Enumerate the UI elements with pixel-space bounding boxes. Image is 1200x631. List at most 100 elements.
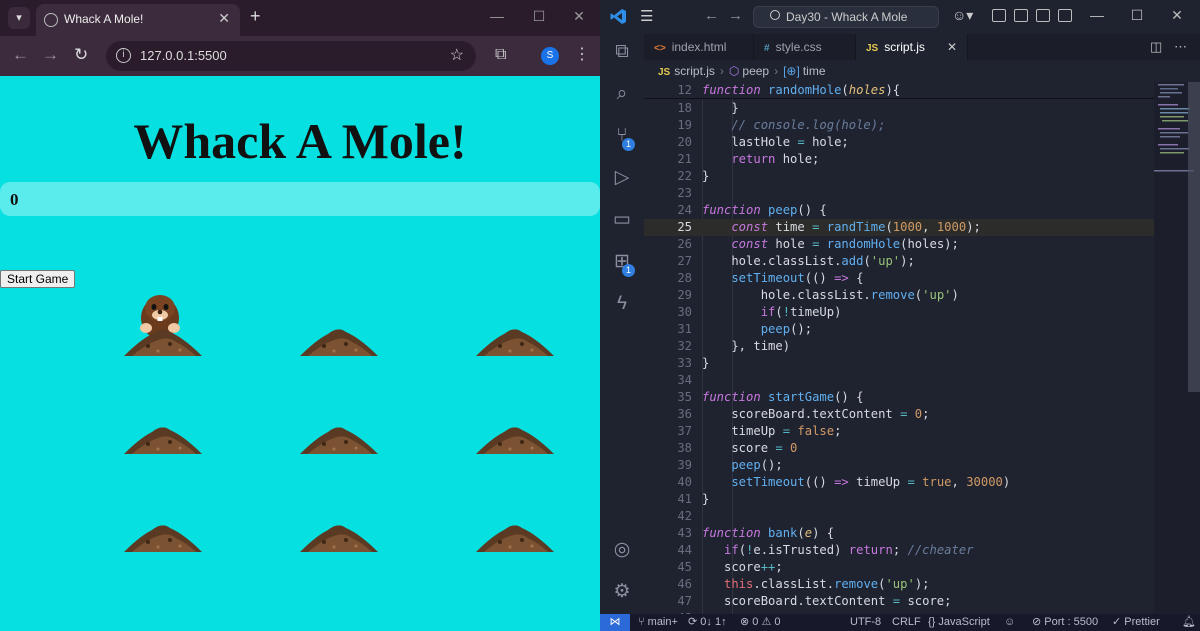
browser-menu-icon[interactable]: ⋮ bbox=[574, 44, 590, 64]
code-line[interactable]: 38 score = 0 bbox=[644, 440, 1154, 457]
more-actions-icon[interactable]: ⋯ bbox=[1174, 39, 1187, 55]
code-line[interactable]: 40 setTimeout(() => timeUp = true, 30000… bbox=[644, 474, 1154, 491]
forward-arrow-icon[interactable]: → bbox=[42, 45, 59, 65]
code-line[interactable]: 26 const hole = randomHole(holes); bbox=[644, 236, 1154, 253]
run-debug-icon[interactable]: ▷ bbox=[610, 166, 634, 190]
extensions-icon[interactable]: ⧉ bbox=[495, 46, 506, 64]
code-line[interactable]: 32 }, time) bbox=[644, 338, 1154, 355]
code-editor[interactable]: 12 function randomHole(holes){18 } 19 // c… bbox=[644, 82, 1154, 614]
code-line[interactable]: 33} bbox=[644, 355, 1154, 372]
code-line[interactable]: 22} bbox=[644, 168, 1154, 185]
code-line[interactable]: 24 function peep() { bbox=[644, 202, 1154, 219]
split-editor-icon[interactable]: ◫ bbox=[1150, 39, 1162, 55]
remote-indicator-icon[interactable]: ⋈ bbox=[600, 614, 630, 631]
encoding-status[interactable]: UTF-8 bbox=[850, 614, 881, 631]
copilot-icon[interactable]: ☺▾ bbox=[952, 7, 973, 24]
hole-4[interactable] bbox=[118, 386, 208, 456]
code-line[interactable]: 44 if(!e.isTrusted) return; //cheater bbox=[644, 542, 1154, 559]
problems-status[interactable]: ⊗ 0 ⚠ 0 bbox=[740, 614, 781, 631]
vscode-maximize-button[interactable]: ☐ bbox=[1128, 7, 1146, 24]
maximize-button[interactable]: ☐ bbox=[529, 8, 549, 25]
prettier-status[interactable]: ✓ Prettier bbox=[1112, 614, 1160, 631]
hole-7[interactable] bbox=[118, 484, 208, 554]
tab-close-button[interactable]: ✕ bbox=[218, 10, 230, 27]
lightning-icon[interactable]: ϟ bbox=[610, 292, 634, 316]
code-line[interactable]: 35 function startGame() { bbox=[644, 389, 1154, 406]
code-line[interactable]: 28 setTimeout(() => { bbox=[644, 270, 1154, 287]
vscode-close-button[interactable]: ✕ bbox=[1168, 7, 1186, 24]
code-token: randomHole bbox=[768, 83, 842, 97]
code-line[interactable]: 37 timeUp = false; bbox=[644, 423, 1154, 440]
layout-secondary-icon[interactable] bbox=[1036, 9, 1050, 22]
command-center[interactable]: Day30 - Whack A Mole bbox=[753, 6, 939, 28]
hole-3[interactable] bbox=[470, 288, 560, 358]
copilot-status-icon[interactable]: ☺ bbox=[1004, 614, 1015, 631]
breadcrumb-variable[interactable]: time bbox=[803, 64, 826, 78]
breadcrumb-function[interactable]: peep bbox=[742, 64, 769, 78]
tab-script-js[interactable]: JS script.js ✕ bbox=[856, 34, 968, 60]
code-line[interactable]: 20 lastHole = hole; bbox=[644, 134, 1154, 151]
browser-tab[interactable]: Whack A Mole! ✕ bbox=[36, 4, 240, 36]
sync-status[interactable]: ⟳ 0↓ 1↑ bbox=[688, 614, 727, 631]
tab-label: style.css bbox=[775, 40, 822, 54]
menu-icon[interactable]: ☰ bbox=[640, 7, 653, 25]
code-line[interactable]: 47 scoreBoard.textContent = score; bbox=[644, 593, 1154, 610]
code-line[interactable]: 27 hole.classList.add('up'); bbox=[644, 253, 1154, 270]
tab-search-icon[interactable]: ▾ bbox=[8, 7, 30, 29]
remote-explorer-icon[interactable]: ▭ bbox=[610, 208, 634, 232]
vscode-minimize-button[interactable]: — bbox=[1088, 7, 1106, 23]
code-line[interactable]: 18 } bbox=[644, 100, 1154, 117]
search-view-icon[interactable]: ⌕ bbox=[610, 82, 634, 106]
code-line[interactable]: 39 peep(); bbox=[644, 457, 1154, 474]
hole-6[interactable] bbox=[470, 386, 560, 456]
tab-close-icon[interactable]: ✕ bbox=[947, 34, 957, 60]
close-window-button[interactable]: ✕ bbox=[569, 8, 589, 25]
start-game-button[interactable]: Start Game bbox=[0, 270, 76, 288]
code-line[interactable]: 23 bbox=[644, 185, 1154, 202]
code-line[interactable]: 30 if(!timeUp) bbox=[644, 304, 1154, 321]
hole-8[interactable] bbox=[294, 484, 384, 554]
layout-sidebar-icon[interactable] bbox=[992, 9, 1006, 22]
settings-gear-icon[interactable]: ⚙ bbox=[610, 580, 634, 604]
code-line[interactable]: 43 function bank(e) { bbox=[644, 525, 1154, 542]
code-line[interactable]: 36 scoreBoard.textContent = 0; bbox=[644, 406, 1154, 423]
bookmark-star-icon[interactable]: ☆ bbox=[450, 45, 464, 65]
live-server-status[interactable]: ⊘ Port : 5500 bbox=[1032, 614, 1098, 631]
hole-1[interactable] bbox=[118, 288, 208, 358]
eol-status[interactable]: CRLF bbox=[892, 614, 921, 631]
code-line[interactable]: 34 bbox=[644, 372, 1154, 389]
explorer-icon[interactable]: ⧉ bbox=[610, 40, 634, 64]
customize-layout-icon[interactable] bbox=[1058, 9, 1072, 22]
branch-status[interactable]: ⑂ main+ bbox=[638, 614, 678, 631]
back-arrow-icon[interactable]: ← bbox=[12, 45, 29, 65]
code-line[interactable]: 25 const time = randTime(1000, 1000); bbox=[644, 219, 1154, 236]
tab-index-html[interactable]: <> index.html bbox=[644, 34, 754, 60]
code-line[interactable]: 45 score++; bbox=[644, 559, 1154, 576]
language-status[interactable]: {} JavaScript bbox=[928, 614, 990, 631]
minimize-button[interactable]: — bbox=[487, 8, 507, 24]
notifications-bell-icon[interactable]: 🔔︎ bbox=[1182, 614, 1196, 631]
nav-back-icon[interactable]: ← bbox=[704, 7, 719, 24]
code-line[interactable]: 31 peep(); bbox=[644, 321, 1154, 338]
site-info-icon[interactable]: i bbox=[116, 48, 131, 63]
breadcrumb-file[interactable]: script.js bbox=[674, 64, 715, 78]
hole-5[interactable] bbox=[294, 386, 384, 456]
code-line[interactable]: 46 this.classList.remove('up'); bbox=[644, 576, 1154, 593]
editor-scrollbar[interactable] bbox=[1188, 82, 1200, 392]
code-line[interactable]: 41} bbox=[644, 491, 1154, 508]
reload-icon[interactable]: ↻ bbox=[74, 45, 88, 65]
profile-avatar[interactable]: S bbox=[541, 47, 559, 65]
hole-2[interactable] bbox=[294, 288, 384, 358]
code-line[interactable]: 19 // console.log(hole); bbox=[644, 117, 1154, 134]
tab-style-css[interactable]: # style.css bbox=[754, 34, 856, 60]
layout-panel-icon[interactable] bbox=[1014, 9, 1028, 22]
code-line[interactable]: 42 bbox=[644, 508, 1154, 525]
code-line[interactable]: 12 function randomHole(holes){ bbox=[644, 82, 1154, 99]
nav-forward-icon[interactable]: → bbox=[728, 7, 743, 24]
code-line[interactable]: 21 return hole; bbox=[644, 151, 1154, 168]
code-line[interactable]: 29 hole.classList.remove('up') bbox=[644, 287, 1154, 304]
new-tab-button[interactable]: + bbox=[250, 6, 261, 27]
address-bar[interactable]: i 127.0.0.1:5500 ☆ bbox=[106, 41, 476, 71]
accounts-icon[interactable]: ◎ bbox=[610, 538, 634, 562]
hole-9[interactable] bbox=[470, 484, 560, 554]
